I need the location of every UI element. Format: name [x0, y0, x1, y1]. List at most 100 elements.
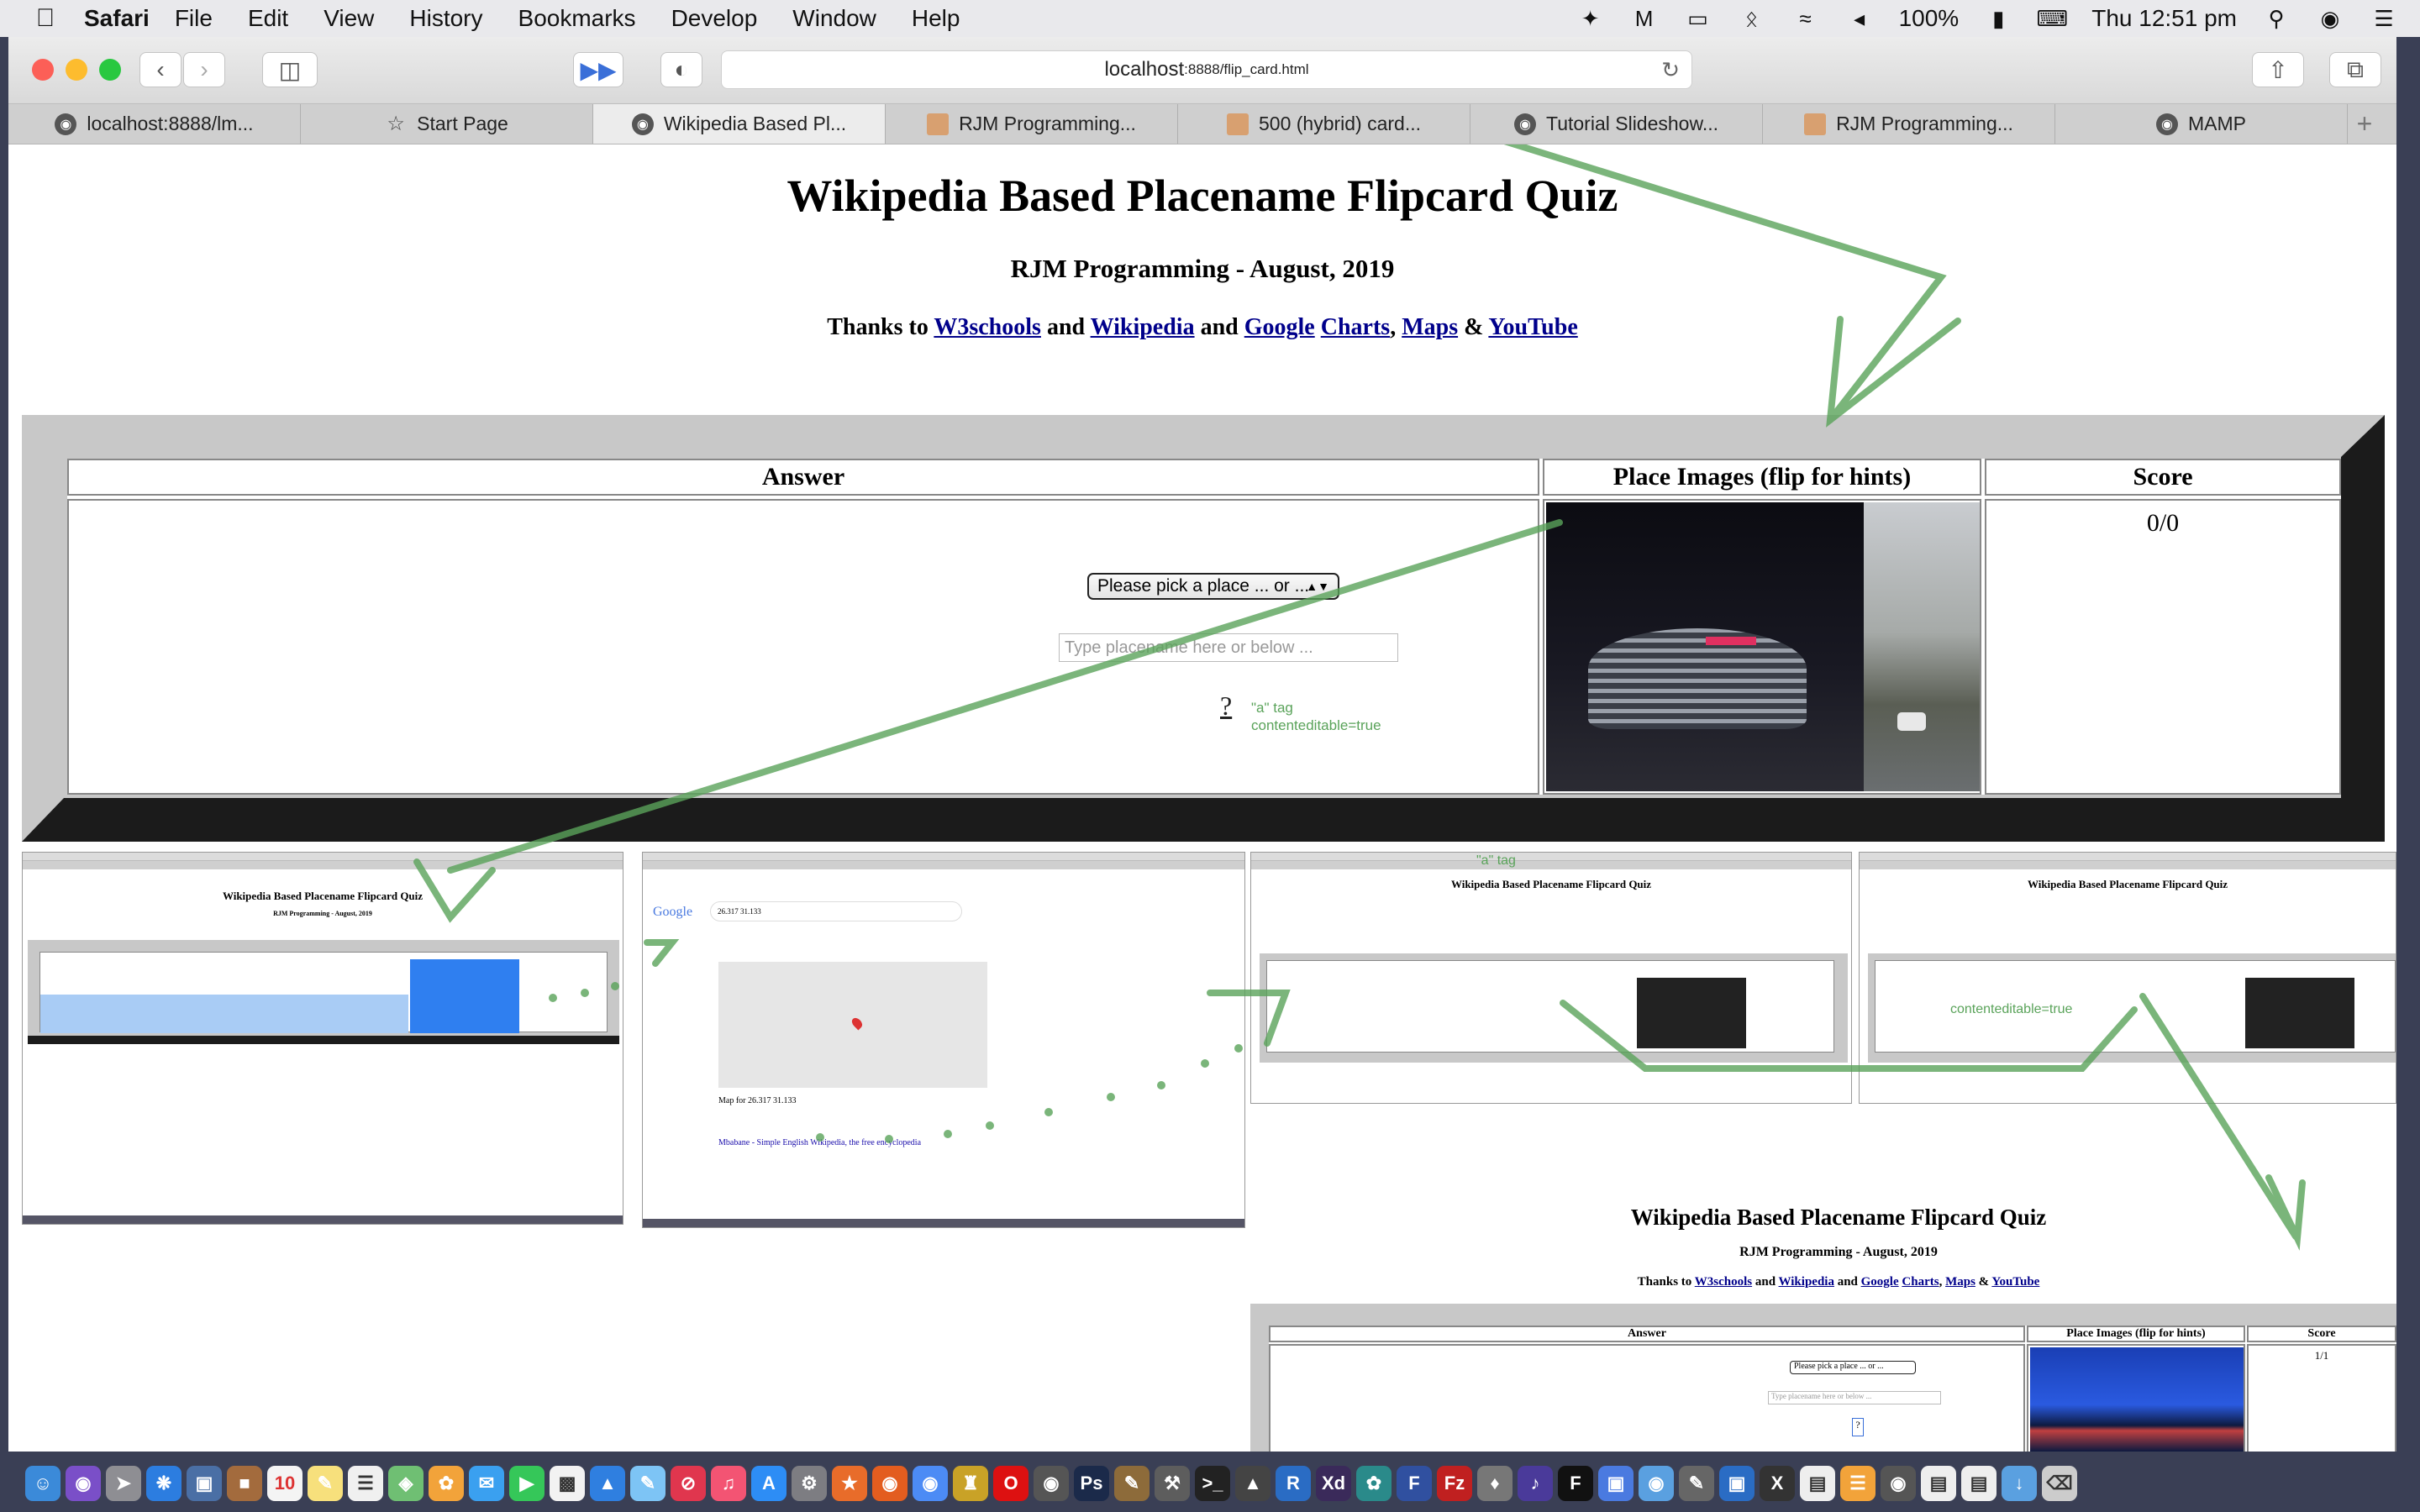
large-link-w3schools[interactable]: W3schools: [1695, 1275, 1752, 1289]
airplay-icon[interactable]: ▭: [1684, 6, 1712, 31]
books-icon[interactable]: ☰: [1840, 1466, 1876, 1501]
tray-app-icon[interactable]: ✦: [1576, 6, 1605, 31]
maps-icon[interactable]: ◈: [388, 1466, 424, 1501]
messages-icon[interactable]: ✉: [469, 1466, 504, 1501]
facetime-icon[interactable]: ▶: [509, 1466, 544, 1501]
tab-mamp[interactable]: ◉ MAMP: [2055, 104, 2348, 144]
opera-icon[interactable]: O: [993, 1466, 1028, 1501]
tray-m-icon[interactable]: M: [1630, 6, 1659, 31]
launchpad-icon[interactable]: ➤: [106, 1466, 141, 1501]
tab-rjm-programming-2[interactable]: RJM Programming...: [1763, 104, 2055, 144]
numbers-icon[interactable]: ▩: [550, 1466, 585, 1501]
contacts-icon[interactable]: ■: [227, 1466, 262, 1501]
document-icon[interactable]: ▤: [1800, 1466, 1835, 1501]
app-store-icon[interactable]: A: [751, 1466, 786, 1501]
link-youtube[interactable]: YouTube: [1488, 314, 1577, 340]
large-link-google[interactable]: Google: [1861, 1275, 1899, 1289]
link-w3schools[interactable]: W3schools: [934, 314, 1041, 340]
photos-icon[interactable]: ✿: [429, 1466, 464, 1501]
app-lightblue-icon[interactable]: ◉: [1639, 1466, 1674, 1501]
link-wikipedia[interactable]: Wikipedia: [1091, 314, 1195, 340]
tab-tutorial-slideshow[interactable]: ◉ Tutorial Slideshow...: [1470, 104, 1763, 144]
zoom-window-button[interactable]: [99, 59, 121, 81]
keyboard-icon[interactable]: ⌨: [2036, 6, 2068, 31]
hint-link[interactable]: ?: [1220, 690, 1232, 722]
filezilla-icon[interactable]: Fz: [1437, 1466, 1472, 1501]
siri-icon[interactable]: ◉: [2316, 6, 2344, 31]
placename-input[interactable]: Type placename here or below ...: [1059, 633, 1398, 662]
minimize-window-button[interactable]: [66, 59, 87, 81]
sidebar-toggle-icon[interactable]: ◫: [262, 52, 318, 87]
reminders-icon[interactable]: ☰: [348, 1466, 383, 1501]
news-icon[interactable]: ⊘: [671, 1466, 706, 1501]
document-3-icon[interactable]: ▤: [1961, 1466, 1996, 1501]
app-blue-2-icon[interactable]: ▣: [1719, 1466, 1754, 1501]
tab-wikipedia-quiz[interactable]: ◉ Wikipedia Based Pl...: [593, 104, 886, 144]
downloads-folder-icon[interactable]: ↓: [2002, 1466, 2037, 1501]
tab-start-page[interactable]: ☆ Start Page: [301, 104, 593, 144]
menu-file[interactable]: File: [175, 5, 213, 32]
large-link-youtube[interactable]: YouTube: [1991, 1275, 2039, 1289]
address-bar[interactable]: localhost:8888/flip_card.html ↻: [721, 50, 1692, 89]
link-google[interactable]: Google: [1244, 314, 1315, 340]
calendar-icon[interactable]: 10: [267, 1466, 302, 1501]
tab-rjm-programming-1[interactable]: RJM Programming...: [886, 104, 1178, 144]
siri-dock-icon[interactable]: ◉: [66, 1466, 101, 1501]
pages-icon[interactable]: ✎: [630, 1466, 666, 1501]
tab-hybrid-card[interactable]: 500 (hybrid) card...: [1178, 104, 1470, 144]
app-black-f-icon[interactable]: F: [1558, 1466, 1593, 1501]
reload-icon[interactable]: ↻: [1661, 57, 1680, 83]
app-gray-2-icon[interactable]: ♦: [1477, 1466, 1512, 1501]
large-hint-link[interactable]: ?: [1852, 1418, 1864, 1436]
search-result-title[interactable]: Mbabane - Simple English Wikipedia, the …: [718, 1138, 921, 1147]
preview-icon[interactable]: ▣: [187, 1466, 222, 1501]
app-purple-icon[interactable]: ♪: [1518, 1466, 1553, 1501]
document-2-icon[interactable]: ▤: [1921, 1466, 1956, 1501]
trash-icon[interactable]: ⌫: [2042, 1466, 2077, 1501]
new-tab-button[interactable]: +: [2348, 104, 2381, 144]
volume-icon[interactable]: ◂: [1845, 6, 1874, 31]
menu-edit[interactable]: Edit: [248, 5, 288, 32]
safari-dock-icon[interactable]: ❋: [146, 1466, 182, 1501]
battery-icon[interactable]: ▮: [1984, 6, 2012, 31]
app-menu-safari[interactable]: Safari: [84, 5, 150, 32]
menu-develop[interactable]: Develop: [671, 5, 758, 32]
photoshop-icon[interactable]: Ps: [1074, 1466, 1109, 1501]
app-x-icon[interactable]: X: [1760, 1466, 1795, 1501]
mamp-icon[interactable]: ◉: [1034, 1466, 1069, 1501]
large-link-charts[interactable]: Charts: [1902, 1275, 1939, 1289]
music-icon[interactable]: ♫: [711, 1466, 746, 1501]
large-link-maps[interactable]: Maps: [1945, 1275, 1975, 1289]
show-tabs-icon[interactable]: ⧉: [2329, 52, 2381, 87]
menu-help[interactable]: Help: [912, 5, 960, 32]
app-gray-4-icon[interactable]: ◉: [1881, 1466, 1916, 1501]
battery-percent[interactable]: 100%: [1899, 5, 1960, 32]
keynote-icon[interactable]: ▲: [590, 1466, 625, 1501]
terminal-icon[interactable]: >_: [1195, 1466, 1230, 1501]
apple-menu-icon[interactable]: : [20, 4, 71, 33]
app-dark-icon[interactable]: ▲: [1235, 1466, 1270, 1501]
firefox-icon[interactable]: ◉: [872, 1466, 908, 1501]
menu-history[interactable]: History: [409, 5, 482, 32]
app-orange-icon[interactable]: ★: [832, 1466, 867, 1501]
large-placename-input[interactable]: Type placename here or below ...: [1768, 1391, 1941, 1404]
menu-view[interactable]: View: [324, 5, 374, 32]
bluetooth-icon[interactable]: ᛟ: [1738, 6, 1766, 31]
google-map[interactable]: [718, 962, 987, 1088]
chrome-icon[interactable]: ◉: [913, 1466, 948, 1501]
system-preferences-icon[interactable]: ⚙: [792, 1466, 827, 1501]
link-charts[interactable]: Charts: [1321, 314, 1390, 340]
virtualbox-icon[interactable]: ▣: [1598, 1466, 1634, 1501]
xd-icon[interactable]: Xd: [1316, 1466, 1351, 1501]
app-teal-icon[interactable]: ✿: [1356, 1466, 1392, 1501]
place-select[interactable]: Please pick a place ... or ... ▲▼: [1087, 573, 1339, 600]
app-blue-f-icon[interactable]: F: [1397, 1466, 1432, 1501]
r-icon[interactable]: R: [1276, 1466, 1311, 1501]
back-button[interactable]: ‹: [139, 52, 182, 87]
tab-localhost[interactable]: ◉ localhost:8888/lm...: [8, 104, 301, 144]
app-gray-icon[interactable]: ⚒: [1155, 1466, 1190, 1501]
menu-window[interactable]: Window: [792, 5, 876, 32]
reader-forward-icon[interactable]: ▶▶: [573, 52, 623, 87]
menubar-clock[interactable]: Thu 12:51 pm: [2091, 5, 2237, 32]
finder-icon[interactable]: ☺: [25, 1466, 60, 1501]
